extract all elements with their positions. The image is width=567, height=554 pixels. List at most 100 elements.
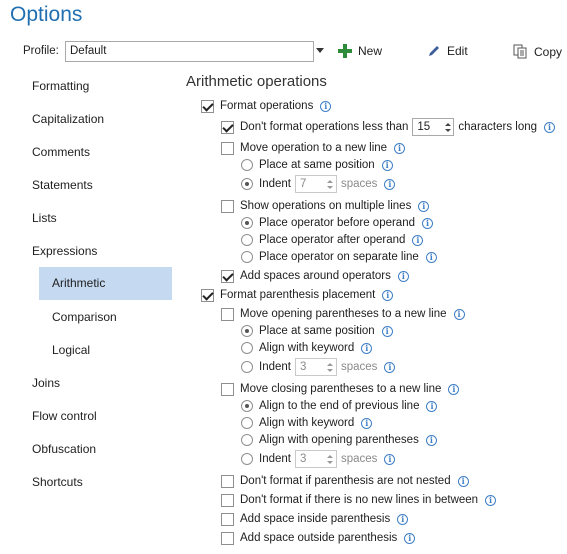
dont-format-not-nested-checkbox[interactable] <box>221 474 234 488</box>
info-icon[interactable]: i <box>544 121 556 133</box>
place-same-position-radio-1[interactable] <box>241 159 253 171</box>
sidebar-item-logical[interactable]: Logical <box>39 334 172 367</box>
align-keyword-option-1[interactable]: Align with keyword i <box>241 339 373 357</box>
info-icon[interactable]: i <box>320 100 332 112</box>
place-same-position-radio-2[interactable] <box>241 325 253 337</box>
align-opening-paren-option[interactable]: Align with opening parentheses i <box>241 431 437 449</box>
indent-option-1[interactable]: Indent 7 spaces i <box>241 175 396 193</box>
info-icon[interactable]: i <box>425 251 437 263</box>
sidebar-item-statements[interactable]: Statements <box>32 169 93 202</box>
add-space-inside-checkbox[interactable] <box>221 512 234 526</box>
sidebar-item-arithmetic[interactable]: Arithmetic <box>39 267 172 300</box>
align-end-prev-option[interactable]: Align to the end of previous line i <box>241 397 438 415</box>
profile-select[interactable]: Default <box>65 41 314 62</box>
add-spaces-operators-option[interactable]: Add spaces around operators i <box>221 267 409 285</box>
edit-button[interactable]: Edit <box>427 44 468 58</box>
add-space-inside-option[interactable]: Add space inside parenthesis i <box>221 510 409 528</box>
info-icon[interactable]: i <box>384 453 396 465</box>
format-operations-checkbox[interactable] <box>201 99 214 113</box>
chevron-down-icon[interactable] <box>316 48 324 53</box>
indent-value-3[interactable]: 3 <box>296 451 325 467</box>
move-opening-paren-checkbox[interactable] <box>221 307 234 321</box>
add-space-outside-checkbox[interactable] <box>221 531 234 545</box>
min-length-value[interactable]: 15 <box>413 119 442 135</box>
info-icon[interactable]: i <box>394 142 406 154</box>
show-multiple-lines-option[interactable]: Show operations on multiple lines i <box>221 197 430 215</box>
min-length-stepper[interactable]: 15 <box>412 118 455 136</box>
place-same-position-option-1[interactable]: Place at same position i <box>241 156 393 174</box>
sidebar-item-joins[interactable]: Joins <box>32 367 60 400</box>
align-keyword-radio-1[interactable] <box>241 342 253 354</box>
format-parenthesis-option[interactable]: Format parenthesis placement i <box>201 286 394 304</box>
sidebar-item-comments[interactable]: Comments <box>32 136 90 169</box>
info-icon[interactable]: i <box>384 361 396 373</box>
info-icon[interactable]: i <box>384 178 396 190</box>
info-icon[interactable]: i <box>426 400 438 412</box>
move-closing-paren-checkbox[interactable] <box>221 382 234 396</box>
place-before-option[interactable]: Place operator before operand i <box>241 214 433 232</box>
dont-format-no-new-lines-checkbox[interactable] <box>221 493 234 507</box>
indent-option-2[interactable]: Indent 3 spaces i <box>241 358 396 376</box>
dont-format-not-nested-option[interactable]: Don't format if parenthesis are not nest… <box>221 472 469 490</box>
info-icon[interactable]: i <box>453 308 465 320</box>
info-icon[interactable]: i <box>382 289 394 301</box>
format-parenthesis-checkbox[interactable] <box>201 288 214 302</box>
move-operation-option[interactable]: Move operation to a new line i <box>221 139 406 157</box>
place-same-position-option-2[interactable]: Place at same position i <box>241 322 393 340</box>
align-keyword-radio-2[interactable] <box>241 417 253 429</box>
info-icon[interactable]: i <box>361 342 373 354</box>
place-separate-option[interactable]: Place operator on separate line i <box>241 248 437 266</box>
place-separate-radio[interactable] <box>241 251 253 263</box>
sidebar-item-lists[interactable]: Lists <box>32 202 57 235</box>
sidebar-item-flow-control[interactable]: Flow control <box>32 400 97 433</box>
dont-format-no-new-lines-option[interactable]: Don't format if there is no new lines in… <box>221 491 497 509</box>
info-icon[interactable]: i <box>404 532 416 544</box>
indent-stepper-3[interactable]: 3 <box>294 450 337 468</box>
align-keyword-option-2[interactable]: Align with keyword i <box>241 414 373 432</box>
sidebar-item-obfuscation[interactable]: Obfuscation <box>32 433 96 466</box>
align-opening-paren-radio[interactable] <box>241 434 253 446</box>
stepper-down-icon[interactable] <box>327 460 334 464</box>
move-operation-checkbox[interactable] <box>221 141 234 155</box>
info-icon[interactable]: i <box>485 494 497 506</box>
info-icon[interactable]: i <box>361 417 373 429</box>
info-icon[interactable]: i <box>412 234 424 246</box>
sidebar-item-capitalization[interactable]: Capitalization <box>32 103 104 136</box>
info-icon[interactable]: i <box>381 159 393 171</box>
indent-radio-1[interactable] <box>241 178 253 190</box>
sidebar-item-expressions[interactable]: Expressions <box>32 235 97 268</box>
new-button[interactable]: New <box>338 44 382 58</box>
sidebar-item-comparison[interactable]: Comparison <box>39 301 172 334</box>
indent-value-2[interactable]: 3 <box>296 359 325 375</box>
align-end-prev-radio[interactable] <box>241 400 253 412</box>
dont-format-less-option[interactable]: Don't format operations less than 15 cha… <box>221 118 556 136</box>
move-opening-paren-option[interactable]: Move opening parentheses to a new line i <box>221 305 465 323</box>
add-spaces-operators-checkbox[interactable] <box>221 269 234 283</box>
move-closing-paren-option[interactable]: Move closing parentheses to a new line i <box>221 380 460 398</box>
stepper-up-icon[interactable] <box>444 122 451 126</box>
place-after-radio[interactable] <box>241 234 253 246</box>
info-icon[interactable]: i <box>397 513 409 525</box>
place-after-option[interactable]: Place operator after operand i <box>241 231 424 249</box>
indent-stepper-2[interactable]: 3 <box>294 358 337 376</box>
info-icon[interactable]: i <box>457 475 469 487</box>
stepper-up-icon[interactable] <box>327 454 334 458</box>
place-before-radio[interactable] <box>241 217 253 229</box>
indent-option-3[interactable]: Indent 3 spaces i <box>241 450 396 468</box>
stepper-down-icon[interactable] <box>327 185 334 189</box>
info-icon[interactable]: i <box>418 200 430 212</box>
stepper-down-icon[interactable] <box>327 368 334 372</box>
indent-value-1[interactable]: 7 <box>296 176 325 192</box>
dont-format-less-checkbox[interactable] <box>221 120 234 134</box>
add-space-outside-option[interactable]: Add space outside parenthesis i <box>221 529 416 547</box>
format-operations-option[interactable]: Format operations i <box>201 97 332 115</box>
stepper-up-icon[interactable] <box>327 179 334 183</box>
info-icon[interactable]: i <box>397 270 409 282</box>
info-icon[interactable]: i <box>425 434 437 446</box>
indent-stepper-1[interactable]: 7 <box>294 175 337 193</box>
indent-radio-2[interactable] <box>241 361 253 373</box>
info-icon[interactable]: i <box>422 217 433 229</box>
stepper-down-icon[interactable] <box>444 128 451 132</box>
sidebar-item-shortcuts[interactable]: Shortcuts <box>32 466 83 499</box>
stepper-up-icon[interactable] <box>327 362 334 366</box>
